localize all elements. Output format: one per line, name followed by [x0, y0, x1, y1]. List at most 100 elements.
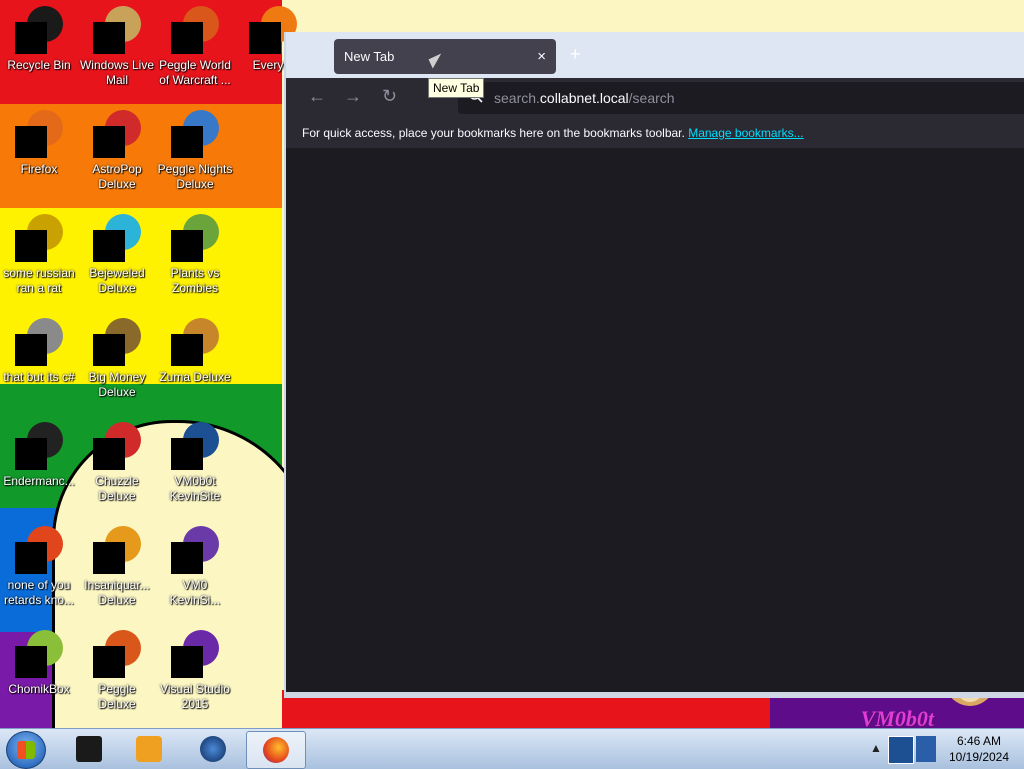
desktop-icon[interactable]: some russian ran a rat: [0, 208, 78, 296]
desktop-icon[interactable]: Visual Studio 2015: [156, 624, 234, 712]
redaction-box: [171, 22, 203, 54]
desktop-icon-image: [171, 422, 219, 470]
desktop-icon[interactable]: AstroPop Deluxe: [78, 104, 156, 192]
desktop-icon[interactable]: Peggle Nights Deluxe: [156, 104, 234, 192]
desktop-icon[interactable]: ChomikBox: [0, 624, 78, 697]
desktop-icon-image: [171, 630, 219, 678]
redaction-box: [93, 230, 125, 262]
navigation-toolbar: ← → ↻ search.collabnet.local/search: [286, 78, 1024, 118]
desktop-icon-label: Bejeweled Deluxe: [89, 266, 145, 295]
page-content[interactable]: [294, 148, 1024, 686]
desktop-icon[interactable]: Zuma Deluxe: [156, 312, 234, 385]
desktop-icon-label: Big Money Deluxe: [88, 370, 146, 399]
desktop-icon[interactable]: Insaniquar... Deluxe: [78, 520, 156, 608]
bookmarks-message: For quick access, place your bookmarks h…: [302, 118, 804, 148]
desktop-icon-label: Recycle Bin: [7, 58, 71, 72]
desktop-icon[interactable]: Peggle Deluxe: [78, 624, 156, 712]
desktop-icon-label: none of you retards kno...: [3, 578, 75, 607]
bookmarks-toolbar: For quick access, place your bookmarks h…: [286, 118, 1024, 148]
redaction-box: [171, 438, 203, 470]
desktop-icon-label: some russian ran a rat: [3, 266, 75, 295]
desktop-icon[interactable]: Windows Live Mail: [78, 0, 156, 88]
desktop-icon[interactable]: VM0b0t KevinSite: [156, 416, 234, 504]
desktop-icon-image: [93, 110, 141, 158]
desktop-icon-label: AstroPop Deluxe: [92, 162, 142, 191]
firefox-icon: [263, 737, 289, 763]
tray-network-icon[interactable]: [916, 736, 936, 762]
taskbar: ▲ 6:46 AM 10/19/2024: [0, 728, 1024, 769]
redaction-box: [93, 22, 125, 54]
redaction-box: [15, 542, 47, 574]
start-button[interactable]: [6, 731, 46, 769]
desktop-icon-label: Chuzzle Deluxe: [95, 474, 139, 503]
desktop-icon[interactable]: Chuzzle Deluxe: [78, 416, 156, 504]
desktop-icon[interactable]: that but its c#: [0, 312, 78, 385]
redaction-box: [93, 646, 125, 678]
desktop-icon[interactable]: Big Money Deluxe: [78, 312, 156, 400]
tab-new-tab[interactable]: New Tab ×: [334, 39, 556, 74]
desktop-icon[interactable]: Recycle Bin: [0, 0, 78, 73]
desktop-icon-image: [93, 6, 141, 54]
url-bar[interactable]: search.collabnet.local/search: [458, 82, 1024, 114]
app-box-icon: [76, 736, 102, 762]
redaction-box: [15, 230, 47, 262]
clock-time: 6:46 AM: [956, 734, 1002, 748]
wallpaper-text: VM0b0t: [860, 706, 934, 728]
desktop-icon[interactable]: Endermanc...: [0, 416, 78, 489]
redaction-box: [171, 230, 203, 262]
desktop-icon-label: Peggle Deluxe: [98, 682, 136, 711]
redaction-box: [93, 542, 125, 574]
desktop-icon-image: [171, 110, 219, 158]
redaction-box: [15, 438, 47, 470]
reload-icon[interactable]: ↻: [382, 86, 397, 107]
tray-app-icon[interactable]: [888, 736, 914, 764]
desktop-icon-label: ChomikBox: [8, 682, 70, 696]
back-arrow-icon[interactable]: ←: [308, 86, 326, 107]
media-player-icon: [136, 736, 162, 762]
desktop-icon[interactable]: Peggle World of Warcraft ...: [156, 0, 234, 88]
url-path: /search: [628, 90, 675, 106]
desktop-icon-image: [15, 318, 63, 366]
url-host: collabnet.local: [539, 90, 629, 106]
manage-bookmarks-link[interactable]: Manage bookmarks...: [688, 126, 803, 140]
desktop-icon[interactable]: VM0 KevinSi...: [156, 520, 234, 608]
desktop-icon-image: [171, 318, 219, 366]
desktop-icon[interactable]: Plants vs Zombies: [156, 208, 234, 296]
tab-title: New Tab: [344, 49, 395, 64]
desktop-icon-label: Visual Studio 2015: [160, 682, 230, 711]
show-hidden-icons-chevron[interactable]: ▲: [870, 741, 882, 755]
desktop-icon-label: Peggle Nights Deluxe: [157, 162, 233, 191]
url-text[interactable]: search.collabnet.local/search: [494, 90, 675, 106]
desktop-icon-image: [15, 110, 63, 158]
desktop-icon-label: VM0b0t KevinSite: [169, 474, 221, 503]
desktop-icon-image: [15, 630, 63, 678]
redaction-box: [171, 334, 203, 366]
desktop-icon[interactable]: Bejeweled Deluxe: [78, 208, 156, 296]
desktop-icon-label: Windows Live Mail: [79, 58, 155, 87]
taskbar-item-app1[interactable]: [60, 731, 118, 767]
redaction-box: [15, 126, 47, 158]
desktop-icon-label: that but its c#: [3, 370, 75, 384]
forward-arrow-icon[interactable]: →: [344, 86, 362, 107]
taskbar-item-firefox[interactable]: [246, 731, 306, 769]
globe-icon: [200, 736, 226, 762]
desktop-icon-label: VM0 KevinSi...: [169, 578, 221, 607]
url-prefix: search.: [494, 90, 540, 106]
redaction-box: [15, 22, 47, 54]
desktop-icon[interactable]: none of you retards kno...: [0, 520, 78, 608]
new-tab-button[interactable]: +: [570, 44, 581, 65]
desktop-icon-image: [93, 526, 141, 574]
clock[interactable]: 6:46 AM 10/19/2024: [942, 733, 1016, 765]
desktop-icon-label: Endermanc...: [3, 474, 75, 488]
close-tab-icon[interactable]: ×: [537, 39, 546, 74]
desktop-icon[interactable]: Firefox: [0, 104, 78, 177]
redaction-box: [15, 646, 47, 678]
desktop-icon-image: [171, 526, 219, 574]
taskbar-item-globe[interactable]: [184, 731, 242, 767]
taskbar-item-media-player[interactable]: [120, 731, 178, 767]
tab-bar: New Tab × +: [286, 32, 1024, 78]
desktop-icon-label: Plants vs Zombies: [170, 266, 220, 295]
firefox-window[interactable]: New Tab × + ← → ↻ search.collabnet.local…: [284, 32, 1024, 698]
desktop-icon-label: Peggle World of Warcraft ...: [159, 58, 231, 87]
redaction-box: [171, 646, 203, 678]
